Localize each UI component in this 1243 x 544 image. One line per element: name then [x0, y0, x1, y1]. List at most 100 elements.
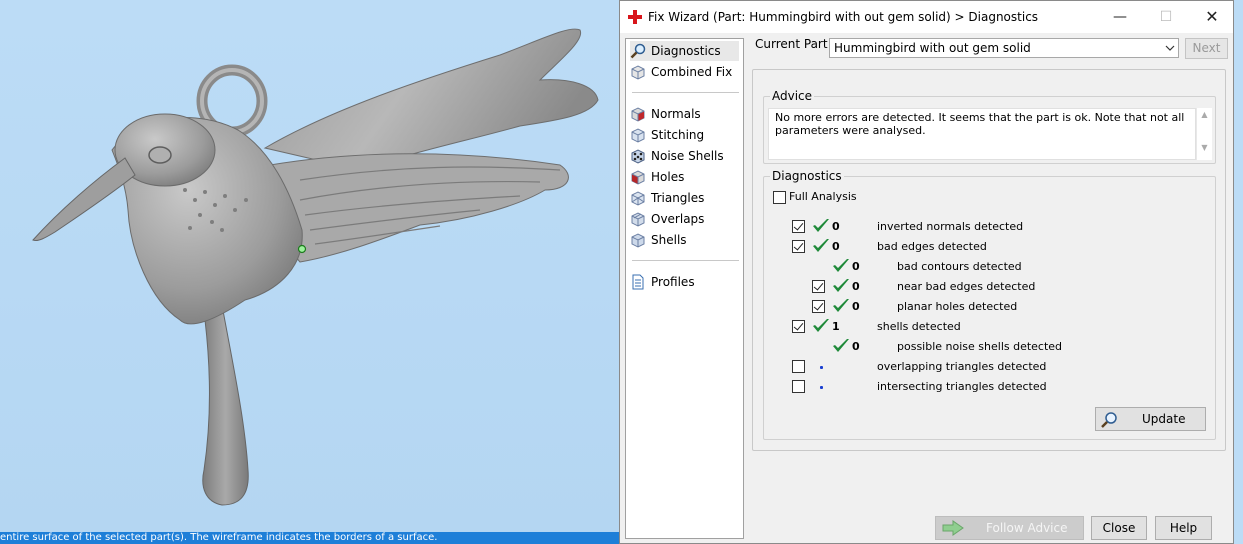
diagnostics-panel: Advice No more errors are detected. It s…: [752, 69, 1226, 451]
nav-item-triangles[interactable]: Triangles: [630, 188, 739, 208]
close-button[interactable]: Close: [1091, 516, 1147, 540]
diagnostic-count: 0: [852, 300, 860, 313]
arrow-right-icon: [942, 520, 964, 536]
advice-group: Advice No more errors are detected. It s…: [763, 89, 1216, 164]
not-analysed-dot-icon: [820, 366, 823, 369]
advice-text: No more errors are detected. It seems th…: [768, 108, 1196, 160]
document-icon: [632, 274, 644, 290]
nav-label: Stitching: [651, 128, 705, 142]
nav-divider: [632, 92, 739, 93]
diagnostic-checkbox[interactable]: [792, 220, 805, 233]
nav-label: Holes: [651, 170, 685, 184]
red-cross-icon: [628, 10, 642, 24]
cube-icon: [631, 65, 645, 80]
chevron-down-icon: [1165, 45, 1175, 51]
magnifier-icon: [1101, 412, 1117, 428]
diagnostic-count: 1: [832, 320, 840, 333]
shells-cube-icon: [631, 233, 645, 248]
diagnostic-label: planar holes detected: [897, 300, 1018, 313]
nav-label: Normals: [651, 107, 701, 121]
noise-shells-icon: [631, 149, 645, 164]
nav-item-normals[interactable]: Normals: [630, 104, 739, 124]
nav-item-holes[interactable]: Holes: [630, 167, 739, 187]
diagnostic-label: intersecting triangles detected: [877, 380, 1047, 393]
update-button[interactable]: Update: [1095, 407, 1206, 431]
status-bar: entire surface of the selected part(s). …: [0, 532, 620, 544]
diagnostic-label: inverted normals detected: [877, 220, 1024, 233]
diagnostic-label: bad edges detected: [877, 240, 987, 253]
status-text: entire surface of the selected part(s). …: [0, 532, 438, 543]
diagnostic-checkbox[interactable]: [792, 320, 805, 333]
nav-divider: [632, 260, 739, 261]
full-analysis-label: Full Analysis: [789, 190, 857, 203]
diagnostic-count: 0: [852, 260, 860, 273]
help-button[interactable]: Help: [1155, 516, 1212, 540]
diagnostic-checkbox[interactable]: [792, 240, 805, 253]
green-check-icon: [833, 259, 849, 272]
follow-advice-button[interactable]: Follow Advice: [935, 516, 1084, 540]
magnifier-icon: [630, 43, 646, 59]
close-window-button[interactable]: ✕: [1189, 1, 1235, 33]
green-check-icon: [813, 319, 829, 332]
nav-label: Combined Fix: [651, 65, 733, 79]
nav-item-combined-fix[interactable]: Combined Fix: [630, 62, 739, 82]
nav-label: Diagnostics: [651, 44, 721, 58]
window-title: Fix Wizard (Part: Hummingbird with out g…: [648, 10, 1039, 24]
fix-wizard-dialog: Fix Wizard (Part: Hummingbird with out g…: [619, 0, 1234, 544]
holes-cube-icon: [631, 170, 645, 185]
triangles-cube-icon: [631, 191, 645, 206]
nav-label: Noise Shells: [651, 149, 724, 163]
nav-item-noise-shells[interactable]: Noise Shells: [630, 146, 739, 166]
diagnostic-checkbox[interactable]: [812, 300, 825, 313]
advice-group-label: Advice: [770, 89, 815, 103]
green-check-icon: [833, 339, 849, 352]
diagnostics-group: Diagnostics Full Analysis 0 inverted norm…: [763, 169, 1216, 440]
not-analysed-dot-icon: [820, 386, 823, 389]
nav-item-shells[interactable]: Shells: [630, 230, 739, 250]
diagnostics-group-label: Diagnostics: [770, 169, 844, 183]
nav-label: Profiles: [651, 275, 695, 289]
diagnostic-label: near bad edges detected: [897, 280, 1036, 293]
current-part-label: Current Part:: [755, 37, 832, 51]
nav-item-overlaps[interactable]: Overlaps: [630, 209, 739, 229]
title-bar[interactable]: Fix Wizard (Part: Hummingbird with out g…: [620, 1, 1233, 33]
diagnostic-label: overlapping triangles detected: [877, 360, 1047, 373]
diagnostic-label: shells detected: [877, 320, 961, 333]
minimize-button[interactable]: —: [1097, 1, 1143, 33]
diagnostic-checkbox[interactable]: [812, 280, 825, 293]
diagnostic-count: 0: [852, 280, 860, 293]
next-button[interactable]: Next: [1185, 38, 1228, 59]
3d-viewport[interactable]: entire surface of the selected part(s). …: [0, 0, 620, 544]
current-part-value: Hummingbird with out gem solid: [834, 41, 1031, 55]
current-part-dropdown[interactable]: Hummingbird with out gem solid: [829, 38, 1179, 58]
diagnostic-count: 0: [852, 340, 860, 353]
green-check-icon: [813, 239, 829, 252]
follow-advice-label: Follow Advice: [986, 521, 1068, 535]
diagnostic-count: 0: [832, 220, 840, 233]
advice-scrollbar[interactable]: ▲ ▼: [1196, 108, 1212, 160]
normals-cube-icon: [631, 107, 645, 122]
nav-item-diagnostics[interactable]: Diagnostics: [630, 41, 739, 61]
overlaps-cube-icon: [631, 212, 645, 227]
diagnostic-count: 0: [832, 240, 840, 253]
diagnostic-checkbox[interactable]: [792, 360, 805, 373]
wizard-nav: Diagnostics Combined Fix Normals Stitchi…: [625, 38, 744, 539]
green-check-icon: [833, 279, 849, 292]
maximize-button[interactable]: ☐: [1143, 1, 1189, 33]
nav-item-stitching[interactable]: Stitching: [630, 125, 739, 145]
nav-label: Triangles: [651, 191, 705, 205]
hummingbird-model[interactable]: [0, 0, 620, 544]
nav-label: Overlaps: [651, 212, 705, 226]
green-check-icon: [833, 299, 849, 312]
viewport-right-strip: [1233, 0, 1243, 544]
full-analysis-checkbox[interactable]: [773, 191, 786, 204]
diagnostic-label: possible noise shells detected: [897, 340, 1063, 353]
nav-item-profiles[interactable]: Profiles: [630, 272, 739, 292]
green-check-icon: [813, 219, 829, 232]
diagnostic-checkbox[interactable]: [792, 380, 805, 393]
stitching-cube-icon: [631, 128, 645, 143]
scroll-up-icon[interactable]: ▲: [1197, 110, 1212, 119]
nav-label: Shells: [651, 233, 687, 247]
diagnostic-label: bad contours detected: [897, 260, 1022, 273]
scroll-down-icon[interactable]: ▼: [1197, 143, 1212, 152]
